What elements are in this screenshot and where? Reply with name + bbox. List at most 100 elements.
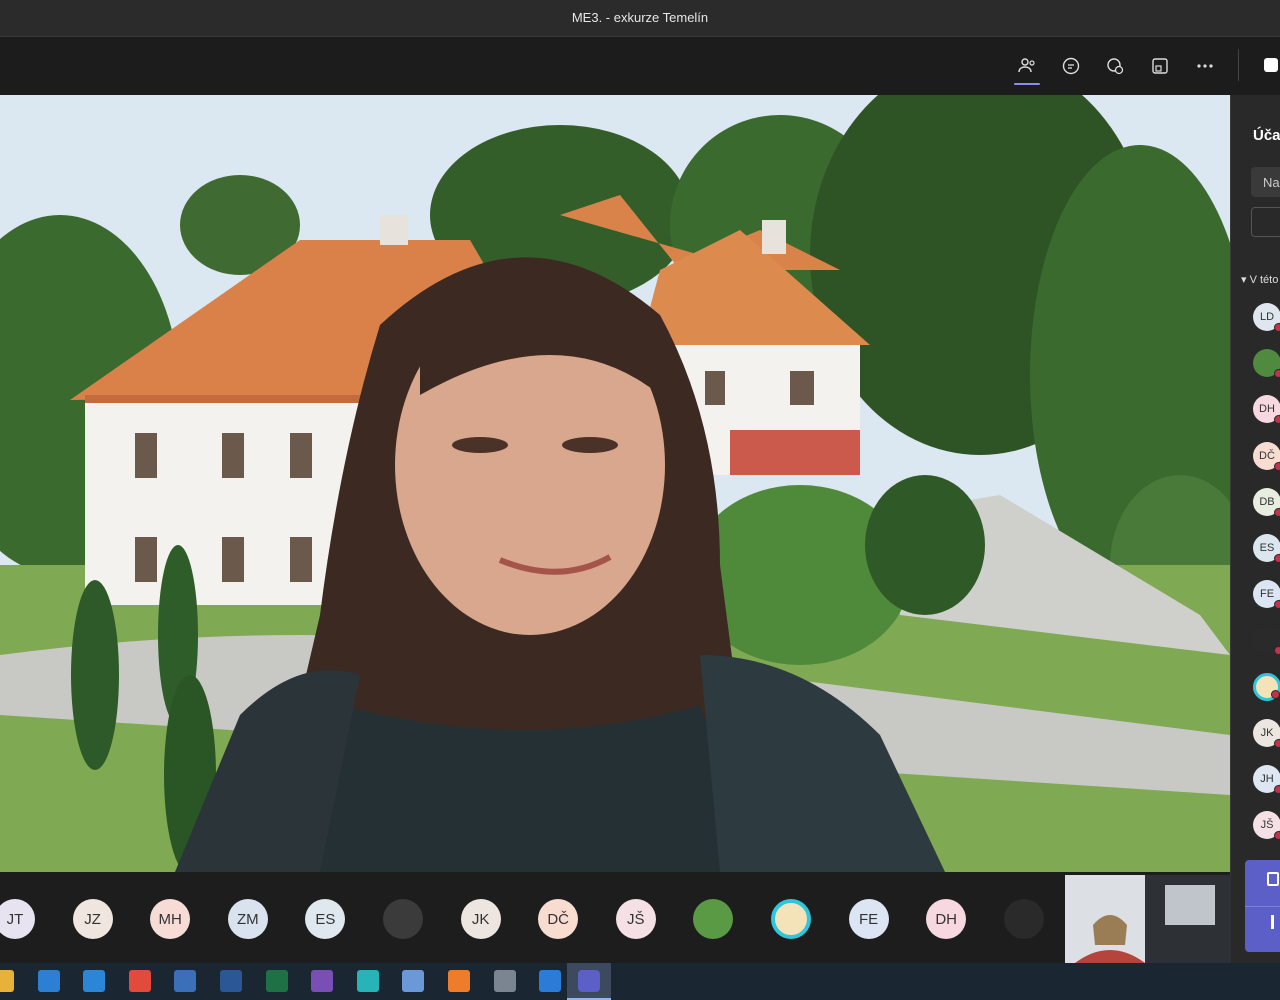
participant-row[interactable]: ES — [1253, 534, 1280, 563]
panel-title: Účas — [1253, 127, 1280, 144]
participant-initials: JK — [1260, 726, 1274, 739]
section-label: V této — [1249, 274, 1279, 286]
save-icon[interactable] — [311, 970, 334, 992]
participant-initials: LD — [1259, 311, 1275, 323]
chrome-icon[interactable] — [128, 970, 151, 992]
participant-row[interactable] — [1253, 672, 1280, 701]
participant-row[interactable]: JK — [1253, 718, 1280, 748]
avatar-initials: JŠ — [627, 910, 645, 928]
participant-avatar[interactable]: DH — [926, 899, 967, 939]
participant-initials: DČ — [1259, 449, 1275, 462]
participant-row[interactable]: JŠ — [1253, 811, 1280, 841]
search-input[interactable]: Na — [1251, 167, 1280, 197]
chat-button[interactable] — [1056, 51, 1086, 81]
word-icon[interactable] — [220, 970, 242, 992]
participant-avatar[interactable]: JK — [460, 899, 501, 939]
whiteboard-icon[interactable] — [539, 970, 562, 992]
participant-row[interactable]: LD — [1253, 303, 1280, 332]
calculator-icon[interactable] — [493, 970, 516, 992]
windows-taskbar — [0, 963, 1280, 1000]
participant-row[interactable]: DH — [1253, 395, 1280, 425]
mic-muted-icon — [1274, 831, 1280, 841]
teams-icon[interactable] — [567, 963, 611, 1000]
participant-avatar[interactable]: ZM — [227, 899, 268, 939]
mic-muted-icon — [1274, 369, 1280, 379]
participant-initials: DH — [1259, 403, 1275, 416]
mic-muted-icon — [1274, 415, 1280, 425]
mic-muted-icon — [1274, 461, 1280, 471]
participant-row[interactable]: DČ — [1253, 441, 1280, 471]
self-view-video — [1065, 875, 1231, 963]
meeting-toolbar — [0, 37, 1280, 95]
participant-initials: JH — [1260, 773, 1274, 785]
more-button[interactable] — [1190, 51, 1220, 81]
participant-avatar[interactable]: MH — [150, 899, 191, 939]
mail-icon[interactable] — [83, 970, 106, 992]
toolbar-divider — [1238, 49, 1239, 81]
participant-row[interactable] — [1253, 626, 1280, 656]
participant-avatar[interactable] — [693, 899, 734, 939]
main-video — [0, 95, 1230, 872]
mic-muted-icon — [1274, 646, 1280, 656]
download-icon — [1271, 915, 1274, 929]
remote-icon[interactable] — [174, 970, 197, 992]
breakout-rooms-button[interactable] — [1145, 51, 1175, 81]
invite-field[interactable] — [1251, 207, 1280, 237]
teams-logo — [578, 970, 600, 992]
mic-muted-icon — [1274, 323, 1280, 332]
reactions-button[interactable] — [1100, 51, 1130, 81]
participants-button[interactable] — [1012, 51, 1042, 85]
title-bar: ME3. - exkurze Temelín — [0, 0, 1280, 37]
participant-avatar[interactable]: JT — [0, 899, 35, 939]
participant-avatar[interactable] — [383, 899, 423, 939]
self-view[interactable] — [1065, 875, 1231, 963]
avatar-initials: ZM — [236, 910, 259, 928]
window-title: ME3. - exkurze Temelín — [571, 10, 709, 25]
participant-avatar[interactable]: JZ — [72, 899, 113, 939]
avatar-initials: DČ — [547, 910, 570, 928]
participant-initials: JŠ — [1260, 819, 1274, 832]
excel-icon[interactable] — [265, 970, 288, 992]
store-icon[interactable] — [37, 970, 60, 992]
participants-panel: Účas Na ▾ V této LD DH DČ DB ES FE JK JH JŠ — [1230, 95, 1280, 963]
mic-muted-icon — [1274, 738, 1280, 748]
screen-icon[interactable] — [356, 970, 379, 992]
avatar-initials: JT — [6, 910, 24, 928]
paint-icon[interactable] — [402, 970, 425, 992]
mic-muted-icon — [1274, 600, 1280, 610]
participant-row[interactable]: DB — [1253, 487, 1280, 517]
avatar-initials: MH — [158, 910, 182, 928]
tray-divider — [1245, 906, 1280, 907]
participant-avatar[interactable]: JŠ — [615, 899, 656, 939]
participant-row[interactable]: FE — [1253, 580, 1280, 610]
participant-initials: DB — [1259, 495, 1275, 508]
participant-row[interactable] — [1253, 349, 1280, 379]
firefox-icon[interactable] — [448, 970, 470, 992]
avatar-initials: JZ — [84, 910, 101, 928]
section-header[interactable]: ▾ V této — [1241, 273, 1278, 286]
speaker-video-scene — [0, 95, 1230, 872]
camera-icon[interactable] — [1258, 56, 1280, 74]
participant-avatar[interactable] — [1003, 899, 1044, 939]
avatar-initials: FE — [859, 910, 879, 928]
mic-muted-icon — [1274, 785, 1280, 794]
share-tray[interactable] — [1245, 860, 1280, 952]
participant-initials: ES — [1259, 542, 1275, 554]
participant-avatar[interactable] — [771, 899, 811, 939]
participant-avatar[interactable]: DČ — [538, 899, 579, 939]
participant-avatar[interactable]: FE — [848, 899, 889, 939]
participant-avatar[interactable]: ES — [305, 899, 346, 939]
avatar-initials: DH — [935, 910, 958, 928]
participant-initials: FE — [1259, 588, 1275, 601]
mic-muted-icon — [1274, 554, 1280, 563]
mic-muted-icon — [1271, 689, 1280, 699]
avatar-initials: ES — [315, 910, 336, 928]
share-icon — [1267, 872, 1279, 886]
participant-row[interactable]: JH — [1253, 765, 1280, 794]
mic-muted-icon — [1274, 507, 1280, 517]
file-explorer-icon[interactable] — [0, 970, 14, 992]
room-icon — [1152, 58, 1168, 74]
more-icon — [1197, 64, 1213, 68]
avatar-initials: JK — [471, 910, 490, 928]
chevron-down-icon: ▾ — [1241, 274, 1250, 286]
